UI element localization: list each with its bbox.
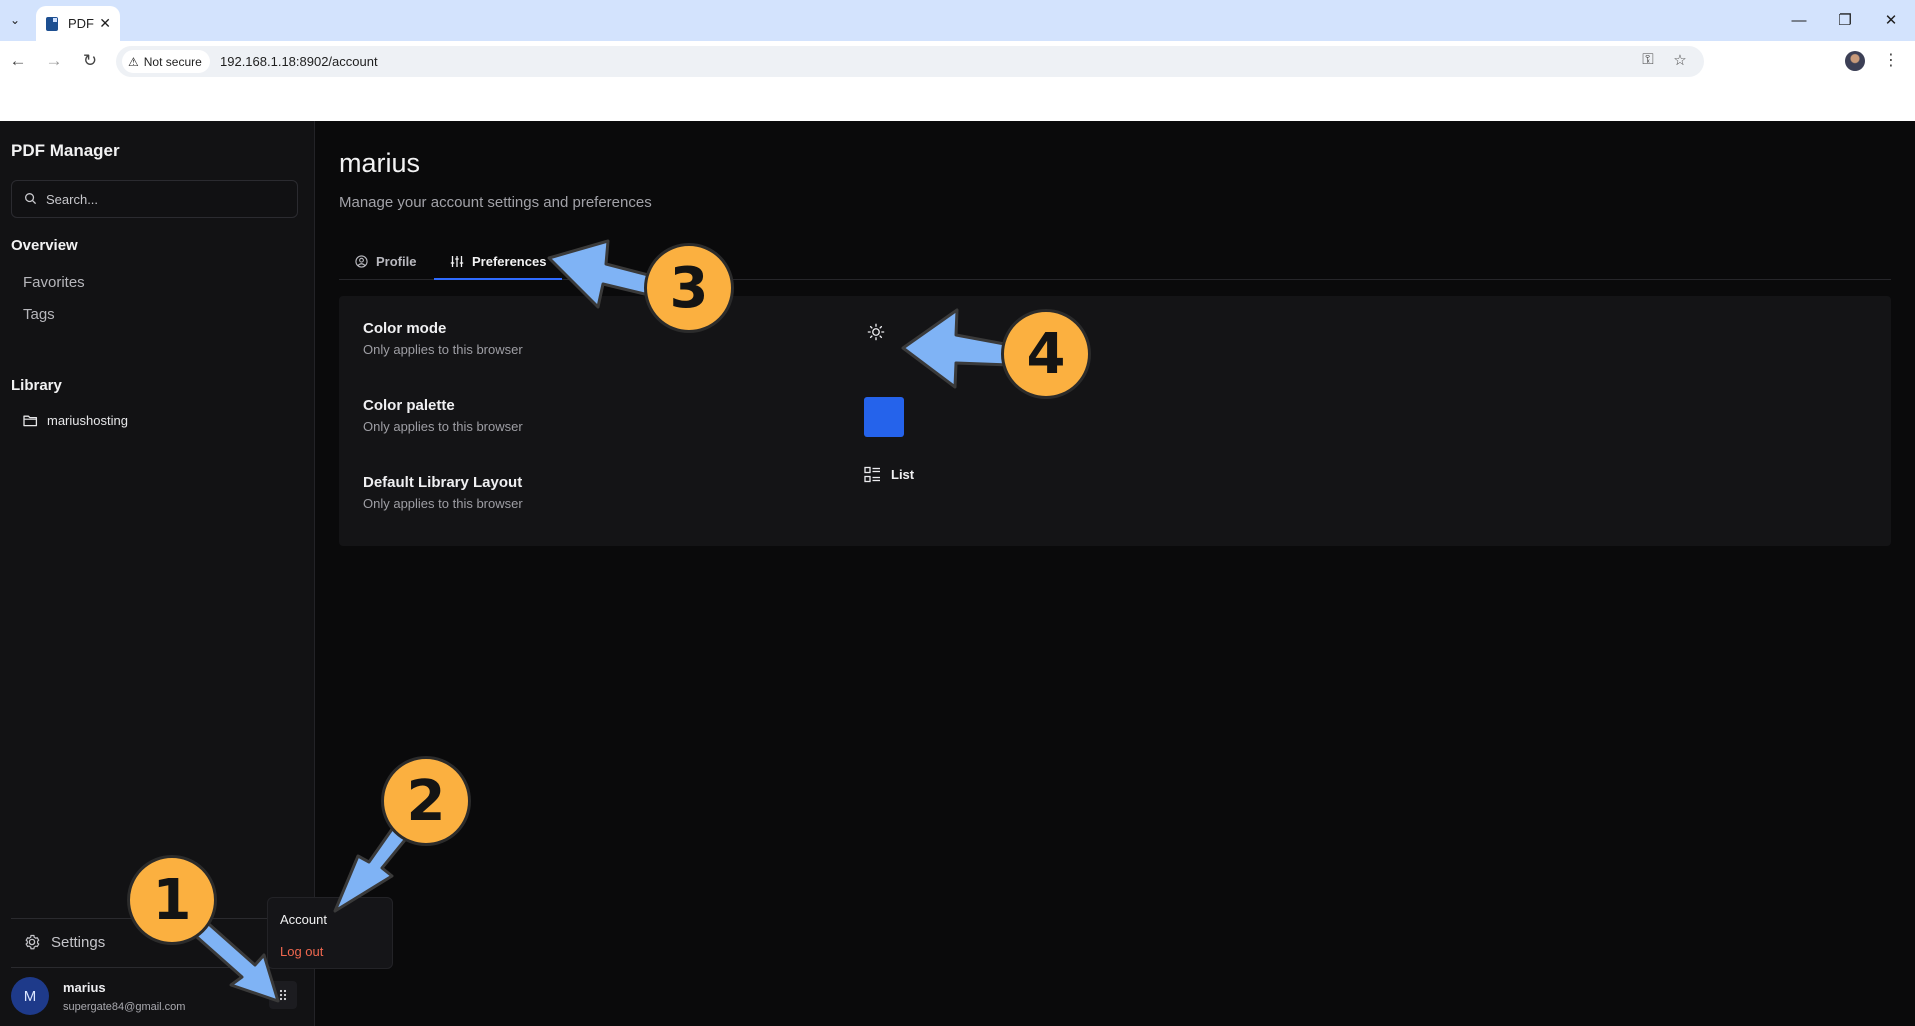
address-bar[interactable]: ⚠ Not secure 192.168.1.18:8902/account ⚿… bbox=[116, 46, 1704, 77]
active-tab-indicator bbox=[434, 278, 562, 280]
page-title: marius bbox=[339, 148, 421, 178]
tab-profile[interactable]: Profile bbox=[355, 242, 416, 280]
tab-search-button[interactable]: ⌄ bbox=[4, 9, 26, 31]
pdf-favicon-icon bbox=[46, 16, 58, 31]
pref-color-palette-label: Color palette bbox=[363, 397, 455, 414]
folder-icon bbox=[23, 415, 38, 427]
menu-item-logout[interactable]: Log out bbox=[280, 944, 323, 959]
close-window-button[interactable]: ✕ bbox=[1876, 8, 1906, 32]
reload-button[interactable]: ↻ bbox=[78, 49, 102, 73]
search-box[interactable] bbox=[11, 180, 298, 218]
layout-label: List bbox=[891, 467, 915, 482]
minimize-button[interactable]: — bbox=[1784, 8, 1814, 32]
profile-avatar[interactable] bbox=[1845, 51, 1865, 71]
color-mode-toggle[interactable] bbox=[863, 319, 889, 345]
warning-icon: ⚠ bbox=[128, 54, 139, 69]
restore-button[interactable]: ❐ bbox=[1830, 8, 1860, 32]
tab-close-icon[interactable]: ✕ bbox=[99, 15, 111, 32]
sidebar-divider-bottom bbox=[11, 967, 303, 968]
library-layout-button[interactable]: List bbox=[864, 466, 914, 483]
user-popup-menu: Account Log out bbox=[267, 897, 393, 969]
browser-toolbar: ← → ↻ ⚠ Not secure 192.168.1.18:8902/acc… bbox=[0, 41, 1915, 81]
brand-title: PDF Manager bbox=[11, 141, 120, 160]
browser-tabstrip: ⌄ PDF ✕ — ❐ ✕ bbox=[0, 0, 1915, 41]
tab-preferences-label: Preferences bbox=[472, 253, 547, 269]
drag-dots-icon bbox=[279, 989, 287, 1001]
tab-title: PDF bbox=[68, 16, 94, 31]
tab-profile-label: Profile bbox=[376, 253, 417, 269]
security-label: Not secure bbox=[143, 54, 202, 69]
settings-button[interactable]: Settings bbox=[23, 933, 105, 951]
forward-button[interactable]: → bbox=[42, 49, 66, 73]
user-email: supergate84@gmail.com bbox=[63, 1001, 186, 1013]
back-button[interactable]: ← bbox=[6, 49, 30, 73]
tab-preferences[interactable]: Preferences bbox=[450, 242, 546, 280]
preferences-card: Color mode Only applies to this browser … bbox=[339, 296, 1891, 546]
pref-color-mode-hint: Only applies to this browser bbox=[363, 342, 523, 357]
security-chip[interactable]: ⚠ Not secure bbox=[122, 50, 210, 73]
library-item-mariushosting[interactable]: mariushosting bbox=[23, 413, 128, 428]
annotation-badge-4: 4 bbox=[1001, 309, 1091, 399]
bookmark-star-icon[interactable]: ☆ bbox=[1669, 51, 1691, 69]
browser-tab[interactable]: PDF ✕ bbox=[36, 6, 120, 41]
sidebar-item-favorites[interactable]: Favorites bbox=[23, 274, 85, 291]
list-layout-icon bbox=[864, 466, 880, 483]
settings-label: Settings bbox=[51, 933, 106, 951]
app-root: PDF Manager Overview Favorites Tags Libr… bbox=[0, 121, 1915, 1026]
sliders-icon bbox=[450, 255, 464, 267]
color-palette-swatch[interactable] bbox=[864, 397, 904, 437]
section-library: Library bbox=[11, 377, 62, 394]
page-subtitle: Manage your account settings and prefere… bbox=[339, 194, 652, 211]
search-icon bbox=[25, 193, 37, 205]
annotation-badge-3: 3 bbox=[644, 243, 734, 333]
pref-color-palette-hint: Only applies to this browser bbox=[363, 419, 523, 434]
library-item-label: mariushosting bbox=[47, 413, 128, 428]
page-top-strip bbox=[0, 81, 1915, 121]
browser-menu-icon[interactable]: ⋮ bbox=[1883, 50, 1899, 70]
annotation-badge-1: 1 bbox=[127, 855, 217, 945]
user-name: marius bbox=[63, 980, 106, 995]
user-menu-button[interactable] bbox=[269, 981, 297, 1009]
sidebar-item-tags[interactable]: Tags bbox=[23, 306, 55, 323]
search-input[interactable] bbox=[46, 189, 286, 209]
sun-icon bbox=[867, 323, 885, 341]
avatar: M bbox=[11, 977, 49, 1015]
section-overview[interactable]: Overview bbox=[11, 237, 78, 254]
tabs-underline bbox=[339, 279, 1891, 280]
url-text[interactable]: 192.168.1.18:8902/account bbox=[220, 54, 378, 69]
menu-item-account[interactable]: Account bbox=[280, 912, 327, 927]
gear-icon bbox=[25, 934, 40, 950]
password-key-icon[interactable]: ⚿ bbox=[1637, 51, 1659, 68]
pref-layout-hint: Only applies to this browser bbox=[363, 496, 523, 511]
pref-layout-label: Default Library Layout bbox=[363, 474, 523, 491]
annotation-badge-2: 2 bbox=[381, 756, 471, 846]
pref-color-mode-label: Color mode bbox=[363, 320, 447, 337]
user-circle-icon bbox=[355, 254, 368, 268]
